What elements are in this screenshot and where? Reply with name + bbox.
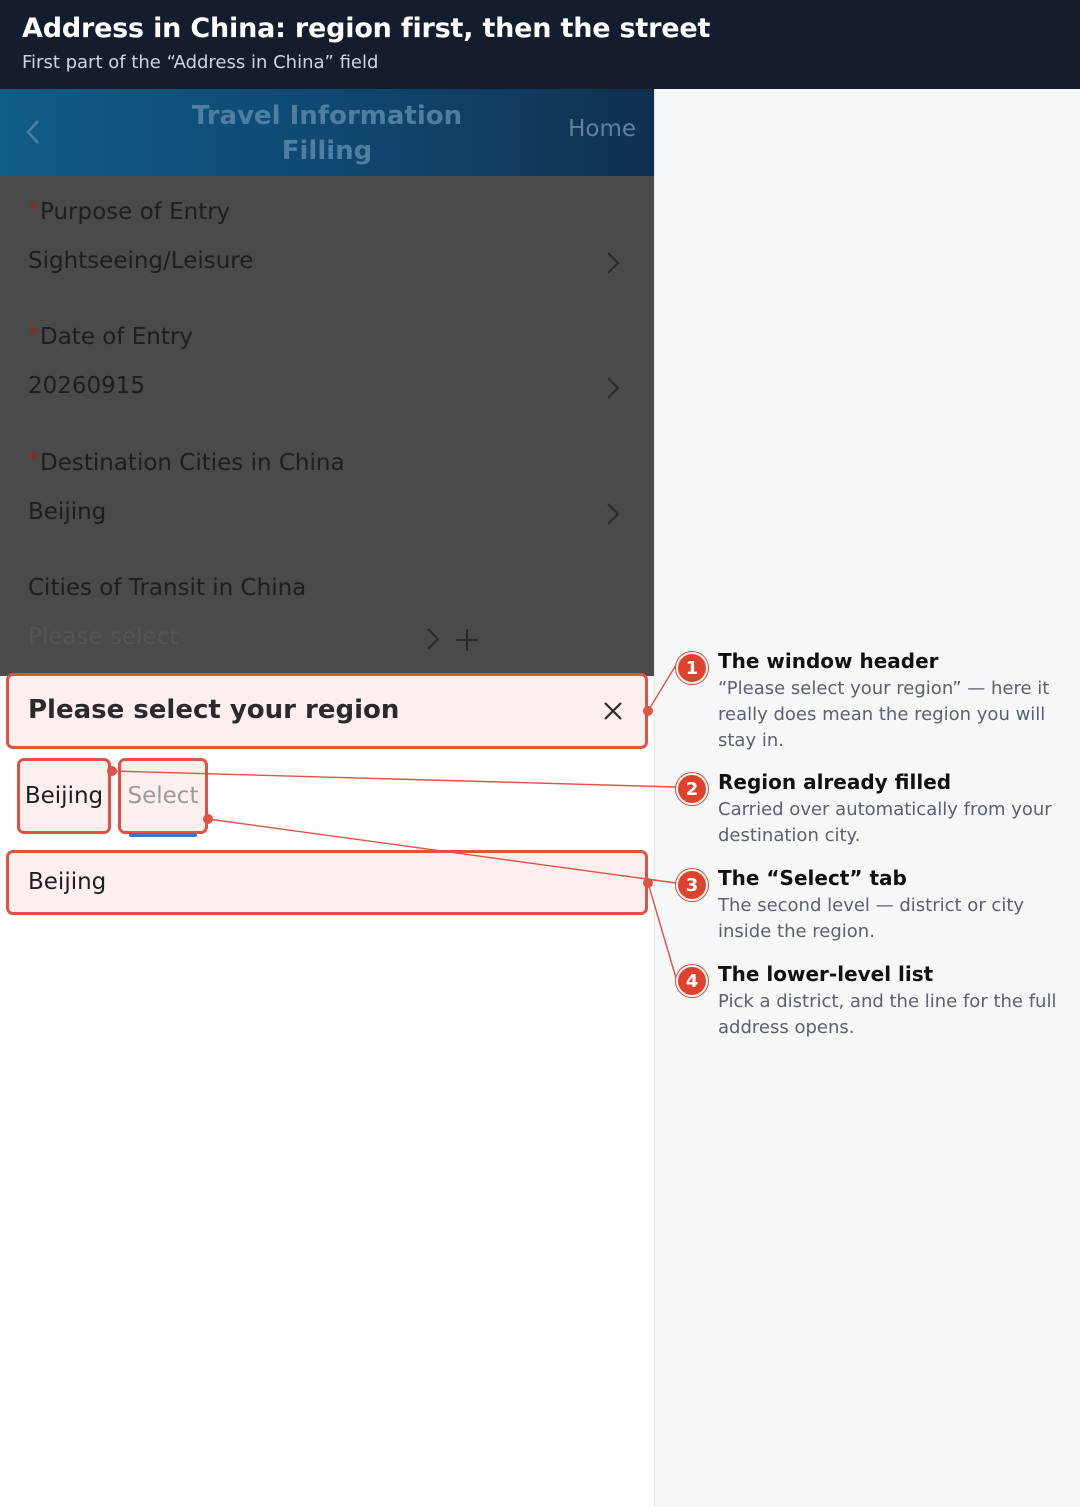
annotation-number: 3 [676, 869, 708, 901]
field-label-date: *Date of Entry [28, 322, 193, 350]
annotation-number: 4 [676, 965, 708, 997]
list-item-label: Beijing [28, 869, 107, 895]
required-marker: * [28, 197, 38, 221]
chevron-right-icon[interactable] [606, 251, 620, 275]
required-marker: * [28, 448, 38, 472]
close-icon[interactable] [603, 701, 623, 721]
plus-icon[interactable] [454, 627, 480, 653]
annotation-text: “Please select your region” — here it re… [718, 678, 1050, 751]
field-label-transit: Cities of Transit in China [28, 575, 307, 601]
field-label-destination: *Destination Cities in China [28, 448, 345, 476]
annotation-title: Region already filled [718, 770, 952, 794]
annotation-title: The lower-level list [718, 962, 934, 986]
chevron-right-icon[interactable] [426, 627, 440, 651]
list-item[interactable]: Beijing [6, 850, 648, 915]
tab-region-beijing[interactable]: Beijing [17, 758, 111, 834]
page-title: Travel Information Filling [191, 101, 463, 166]
field-value-date[interactable]: 20260915 [28, 373, 145, 399]
chevron-right-icon[interactable] [606, 376, 620, 400]
chevron-left-icon[interactable] [22, 117, 44, 147]
annotation-text: Pick a district, and the line for the fu… [718, 991, 1057, 1038]
tutorial-banner: Address in China: region first, then the… [0, 0, 1080, 89]
chevron-right-icon[interactable] [606, 502, 620, 526]
field-value-purpose[interactable]: Sightseeing/Leisure [28, 248, 253, 274]
field-label-text: Purpose of Entry [40, 199, 231, 225]
home-link[interactable]: Home [568, 116, 636, 142]
annotation-title: The window header [718, 649, 939, 673]
field-label-text: Date of Entry [40, 324, 193, 350]
phone-screen: Travel Information Filling Home *Purpose… [0, 89, 654, 1507]
modal-title: Please select your region [28, 695, 400, 725]
form-overlay: *Purpose of Entry Sightseeing/Leisure *D… [0, 176, 654, 676]
banner-subtitle: First part of the “Address in China” fie… [22, 52, 379, 73]
annotation-number: 1 [676, 652, 708, 684]
banner-title: Address in China: region first, then the… [22, 13, 711, 44]
region-modal-header: Please select your region [6, 673, 648, 749]
annotation-text: Carried over automatically from your des… [718, 799, 1052, 846]
active-tab-indicator [129, 833, 197, 837]
required-marker: * [28, 322, 38, 346]
annotation-title: The “Select” tab [718, 866, 907, 890]
field-value-destination[interactable]: Beijing [28, 499, 106, 525]
field-label-purpose: *Purpose of Entry [28, 197, 231, 225]
annotation-text: The second level — district or city insi… [718, 895, 1025, 942]
annotation-number: 2 [676, 773, 708, 805]
field-placeholder-transit[interactable]: Please select [28, 624, 178, 650]
field-label-text: Destination Cities in China [40, 450, 345, 476]
tab-select[interactable]: Select [118, 758, 208, 834]
nav-bar: Travel Information Filling Home [0, 89, 654, 176]
